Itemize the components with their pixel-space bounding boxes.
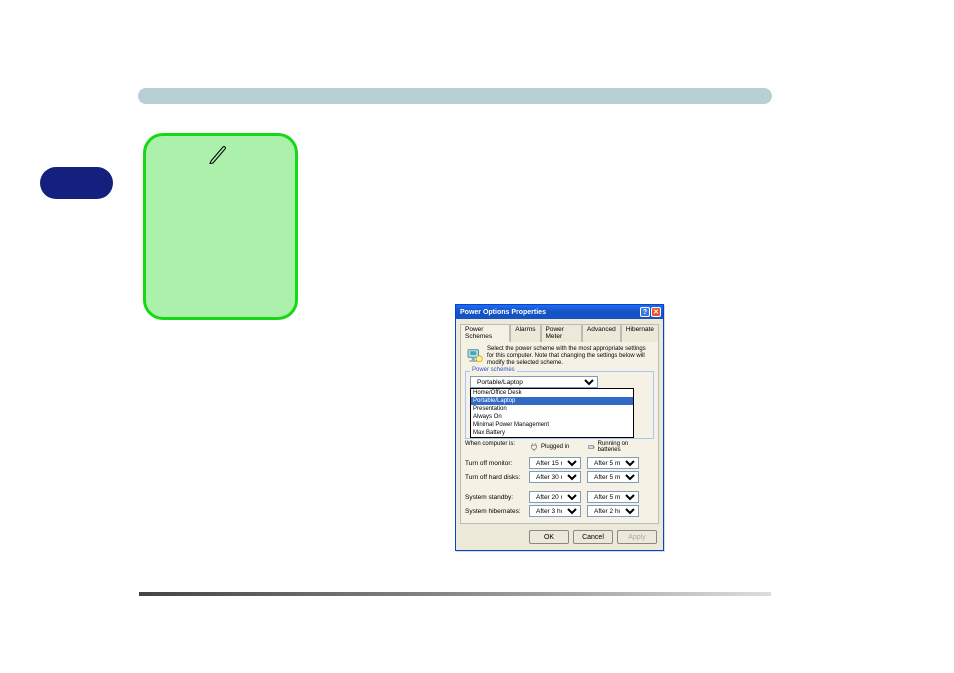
- hibernate-plugged-select[interactable]: After 3 hours: [529, 505, 581, 517]
- battery-col: Running on batteries: [587, 441, 645, 453]
- row-monitor: Turn off monitor: After 15 mins After 5 …: [465, 457, 654, 469]
- ok-button[interactable]: OK: [529, 530, 569, 544]
- column-headers: When computer is: Plugged in Running on …: [465, 441, 654, 453]
- scheme-option[interactable]: Portable/Laptop: [471, 397, 633, 405]
- help-button[interactable]: ?: [640, 307, 650, 317]
- hdd-plugged-select[interactable]: After 30 mins: [529, 471, 581, 483]
- monitor-battery-select[interactable]: After 5 mins: [587, 457, 639, 469]
- row-standby: System standby: After 20 mins After 5 mi…: [465, 491, 654, 503]
- scheme-dropdown-list[interactable]: Home/Office Desk Portable/Laptop Present…: [470, 388, 634, 438]
- dialog-buttons: OK Cancel Apply: [456, 524, 663, 550]
- schemes-group: Power schemes Portable/Laptop Home/Offic…: [465, 371, 654, 439]
- tab-panel: Select the power scheme with the most ap…: [460, 341, 659, 524]
- footer-divider: [139, 592, 771, 596]
- row-label: System standby:: [465, 494, 529, 501]
- tab-alarms[interactable]: Alarms: [510, 324, 540, 342]
- close-button[interactable]: ✕: [651, 307, 661, 317]
- row-label: Turn off hard disks:: [465, 474, 529, 481]
- power-options-dialog: Power Options Properties ? ✕ Power Schem…: [455, 304, 664, 551]
- row-hibernate: System hibernates: After 3 hours After 2…: [465, 505, 654, 517]
- scheme-option[interactable]: Home/Office Desk: [471, 389, 633, 397]
- scheme-option[interactable]: Minimal Power Management: [471, 421, 633, 429]
- row-label: System hibernates:: [465, 508, 529, 515]
- cancel-button[interactable]: Cancel: [573, 530, 613, 544]
- battery-icon: [587, 442, 596, 452]
- intro-text: Select the power scheme with the most ap…: [487, 346, 654, 367]
- scheme-option[interactable]: Always On: [471, 413, 633, 421]
- plug-icon: [529, 442, 539, 452]
- scheme-option[interactable]: Max Battery: [471, 429, 633, 437]
- plugged-col: Plugged in: [529, 441, 587, 453]
- intro: Select the power scheme with the most ap…: [465, 346, 654, 367]
- when-label: When computer is:: [465, 441, 529, 453]
- hdd-battery-select[interactable]: After 5 mins: [587, 471, 639, 483]
- standby-plugged-select[interactable]: After 20 mins: [529, 491, 581, 503]
- scheme-select[interactable]: Portable/Laptop: [470, 376, 598, 388]
- tab-power-meter[interactable]: Power Meter: [541, 324, 582, 342]
- power-scheme-icon: [465, 346, 483, 366]
- scheme-option[interactable]: Presentation: [471, 405, 633, 413]
- tabstrip: Power Schemes Alarms Power Meter Advance…: [456, 319, 663, 341]
- tab-power-schemes[interactable]: Power Schemes: [460, 324, 510, 342]
- tab-advanced[interactable]: Advanced: [582, 324, 621, 342]
- pen-icon: [208, 144, 228, 164]
- schemes-group-title: Power schemes: [470, 367, 517, 373]
- tab-hibernate[interactable]: Hibernate: [621, 324, 659, 342]
- row-hdd: Turn off hard disks: After 30 mins After…: [465, 471, 654, 483]
- plugged-label: Plugged in: [541, 444, 569, 450]
- settings-group: When computer is: Plugged in Running on …: [465, 441, 654, 517]
- apply-button[interactable]: Apply: [617, 530, 657, 544]
- standby-battery-select[interactable]: After 5 mins: [587, 491, 639, 503]
- hibernate-battery-select[interactable]: After 2 hours: [587, 505, 639, 517]
- header-bar: [138, 88, 772, 104]
- dialog-title: Power Options Properties: [460, 309, 546, 316]
- sidebar-badge: [40, 167, 113, 199]
- note-card: [143, 133, 298, 320]
- titlebar[interactable]: Power Options Properties ? ✕: [456, 305, 663, 319]
- battery-label: Running on batteries: [598, 441, 645, 453]
- row-label: Turn off monitor:: [465, 460, 529, 467]
- monitor-plugged-select[interactable]: After 15 mins: [529, 457, 581, 469]
